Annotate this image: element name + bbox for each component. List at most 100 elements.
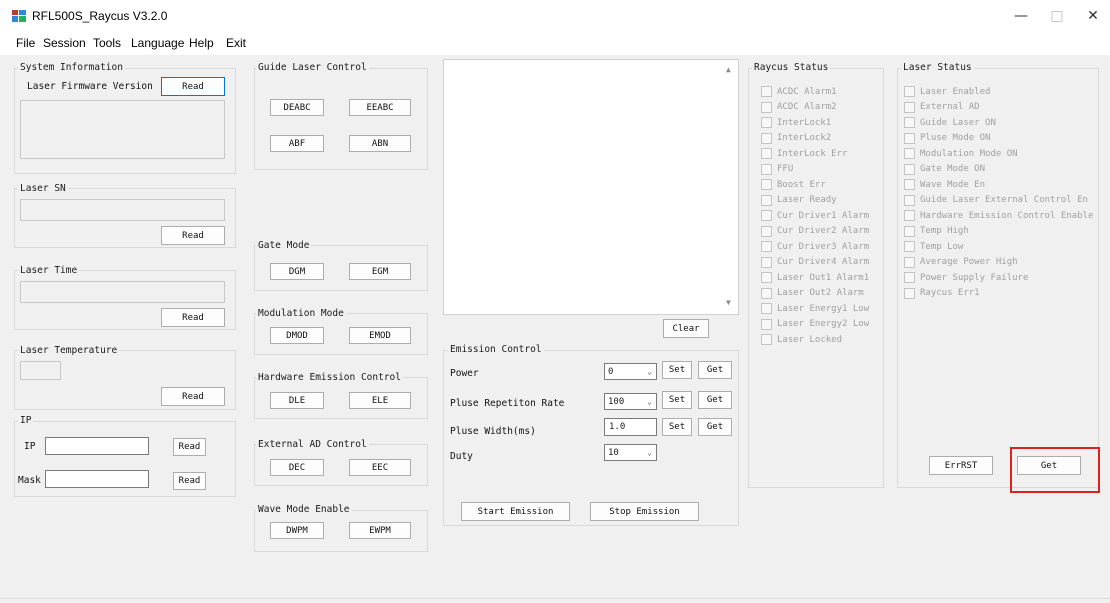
power-combo[interactable]: 0 ⌄: [604, 363, 657, 380]
scroll-up-icon[interactable]: ▲: [726, 65, 731, 74]
raycus-status-checkbox-row[interactable]: FFU: [761, 162, 885, 178]
laser-status-checkbox-row[interactable]: Average Power High: [904, 255, 1099, 271]
stop-emission-button[interactable]: Stop Emission: [590, 502, 699, 521]
duty-combo[interactable]: 10 ⌄: [604, 444, 657, 461]
dwpm-button[interactable]: DWPM: [270, 522, 324, 539]
raycus-status-checkbox-row[interactable]: InterLock Err: [761, 146, 885, 162]
abf-button[interactable]: ABF: [270, 135, 324, 152]
checkbox-icon[interactable]: [761, 163, 772, 175]
laser-status-checkbox-row[interactable]: Raycus Err1: [904, 286, 1099, 302]
raycus-status-checkbox-row[interactable]: Laser Locked: [761, 332, 885, 348]
pulse-width-input[interactable]: 1.0: [604, 418, 657, 436]
scroll-down-icon[interactable]: ▼: [726, 298, 731, 307]
checkbox-icon[interactable]: [761, 256, 772, 268]
raycus-status-checkbox-row[interactable]: InterLock2: [761, 131, 885, 147]
checkbox-icon[interactable]: [761, 210, 772, 222]
raycus-status-checkbox-row[interactable]: ACDC Alarm2: [761, 100, 885, 116]
raycus-status-checkbox-row[interactable]: Laser Energy1 Low: [761, 301, 885, 317]
menu-file[interactable]: File: [16, 36, 35, 50]
egm-button[interactable]: EGM: [349, 263, 411, 280]
laser-sn-field[interactable]: [20, 199, 225, 221]
checkbox-icon[interactable]: [761, 303, 772, 315]
checkbox-icon[interactable]: [904, 101, 915, 113]
abn-button[interactable]: ABN: [349, 135, 411, 152]
checkbox-icon[interactable]: [761, 179, 772, 191]
laser-status-checkbox-row[interactable]: Guide Laser ON: [904, 115, 1099, 131]
checkbox-icon[interactable]: [761, 334, 772, 346]
maximize-icon[interactable]: □: [1048, 8, 1066, 24]
errrst-button[interactable]: ErrRST: [929, 456, 993, 475]
checkbox-icon[interactable]: [761, 272, 772, 284]
laser-status-checkbox-row[interactable]: Temp High: [904, 224, 1099, 240]
emod-button[interactable]: EMOD: [349, 327, 411, 344]
rate-get-button[interactable]: Get: [698, 391, 732, 409]
mask-input[interactable]: [45, 470, 149, 488]
mask-read-button[interactable]: Read: [173, 472, 206, 490]
dgm-button[interactable]: DGM: [270, 263, 324, 280]
checkbox-icon[interactable]: [904, 86, 915, 98]
laser-temp-field[interactable]: [20, 361, 61, 380]
checkbox-icon[interactable]: [904, 225, 915, 237]
laser-status-checkbox-row[interactable]: Pluse Mode ON: [904, 131, 1099, 147]
dmod-button[interactable]: DMOD: [270, 327, 324, 344]
start-emission-button[interactable]: Start Emission: [461, 502, 570, 521]
power-set-button[interactable]: Set: [662, 361, 692, 379]
dec-button[interactable]: DEC: [270, 459, 324, 476]
eec-button[interactable]: EEC: [349, 459, 411, 476]
checkbox-icon[interactable]: [904, 256, 915, 268]
menu-exit[interactable]: Exit: [226, 36, 246, 50]
checkbox-icon[interactable]: [761, 241, 772, 253]
laser-status-checkbox-row[interactable]: Temp Low: [904, 239, 1099, 255]
minimize-icon[interactable]: —: [1012, 8, 1030, 24]
raycus-status-checkbox-row[interactable]: Cur Driver4 Alarm: [761, 255, 885, 271]
checkbox-icon[interactable]: [904, 179, 915, 191]
laser-sn-read-button[interactable]: Read: [161, 226, 225, 245]
checkbox-icon[interactable]: [761, 287, 772, 299]
menu-session[interactable]: Session: [43, 36, 86, 50]
checkbox-icon[interactable]: [761, 318, 772, 330]
raycus-status-checkbox-row[interactable]: Laser Energy2 Low: [761, 317, 885, 333]
laser-status-checkbox-row[interactable]: Wave Mode En: [904, 177, 1099, 193]
laser-temp-read-button[interactable]: Read: [161, 387, 225, 406]
raycus-status-checkbox-row[interactable]: Cur Driver3 Alarm: [761, 239, 885, 255]
checkbox-icon[interactable]: [761, 101, 772, 113]
checkbox-icon[interactable]: [904, 272, 915, 284]
raycus-status-checkbox-row[interactable]: Laser Out2 Alarm: [761, 286, 885, 302]
width-set-button[interactable]: Set: [662, 418, 692, 436]
raycus-status-checkbox-row[interactable]: Cur Driver1 Alarm: [761, 208, 885, 224]
deabc-button[interactable]: DEABC: [270, 99, 324, 116]
power-get-button[interactable]: Get: [698, 361, 732, 379]
menu-help[interactable]: Help: [189, 36, 214, 50]
eeabc-button[interactable]: EEABC: [349, 99, 411, 116]
checkbox-icon[interactable]: [761, 132, 772, 144]
laser-status-checkbox-row[interactable]: Hardware Emission Control Enable: [904, 208, 1099, 224]
raycus-status-checkbox-row[interactable]: Laser Ready: [761, 193, 885, 209]
checkbox-icon[interactable]: [761, 148, 772, 160]
checkbox-icon[interactable]: [904, 148, 915, 160]
laser-status-checkbox-row[interactable]: Gate Mode ON: [904, 162, 1099, 178]
checkbox-icon[interactable]: [904, 132, 915, 144]
ewpm-button[interactable]: EWPM: [349, 522, 411, 539]
log-scrollbar[interactable]: [722, 60, 738, 314]
checkbox-icon[interactable]: [761, 194, 772, 206]
raycus-status-checkbox-row[interactable]: Cur Driver2 Alarm: [761, 224, 885, 240]
close-icon[interactable]: ✕: [1084, 8, 1102, 24]
raycus-status-checkbox-row[interactable]: InterLock1: [761, 115, 885, 131]
checkbox-icon[interactable]: [761, 117, 772, 129]
firmware-read-button[interactable]: Read: [161, 77, 225, 96]
checkbox-icon[interactable]: [904, 241, 915, 253]
ip-input[interactable]: [45, 437, 149, 455]
checkbox-icon[interactable]: [761, 86, 772, 98]
ele-button[interactable]: ELE: [349, 392, 411, 409]
rate-set-button[interactable]: Set: [662, 391, 692, 409]
log-textarea[interactable]: [443, 59, 739, 315]
checkbox-icon[interactable]: [904, 194, 915, 206]
laser-time-field[interactable]: [20, 281, 225, 303]
checkbox-icon[interactable]: [904, 117, 915, 129]
checkbox-icon[interactable]: [904, 287, 915, 299]
laser-time-read-button[interactable]: Read: [161, 308, 225, 327]
raycus-status-checkbox-row[interactable]: Boost Err: [761, 177, 885, 193]
laser-status-checkbox-row[interactable]: External AD: [904, 100, 1099, 116]
width-get-button[interactable]: Get: [698, 418, 732, 436]
repetition-rate-combo[interactable]: 100 ⌄: [604, 393, 657, 410]
